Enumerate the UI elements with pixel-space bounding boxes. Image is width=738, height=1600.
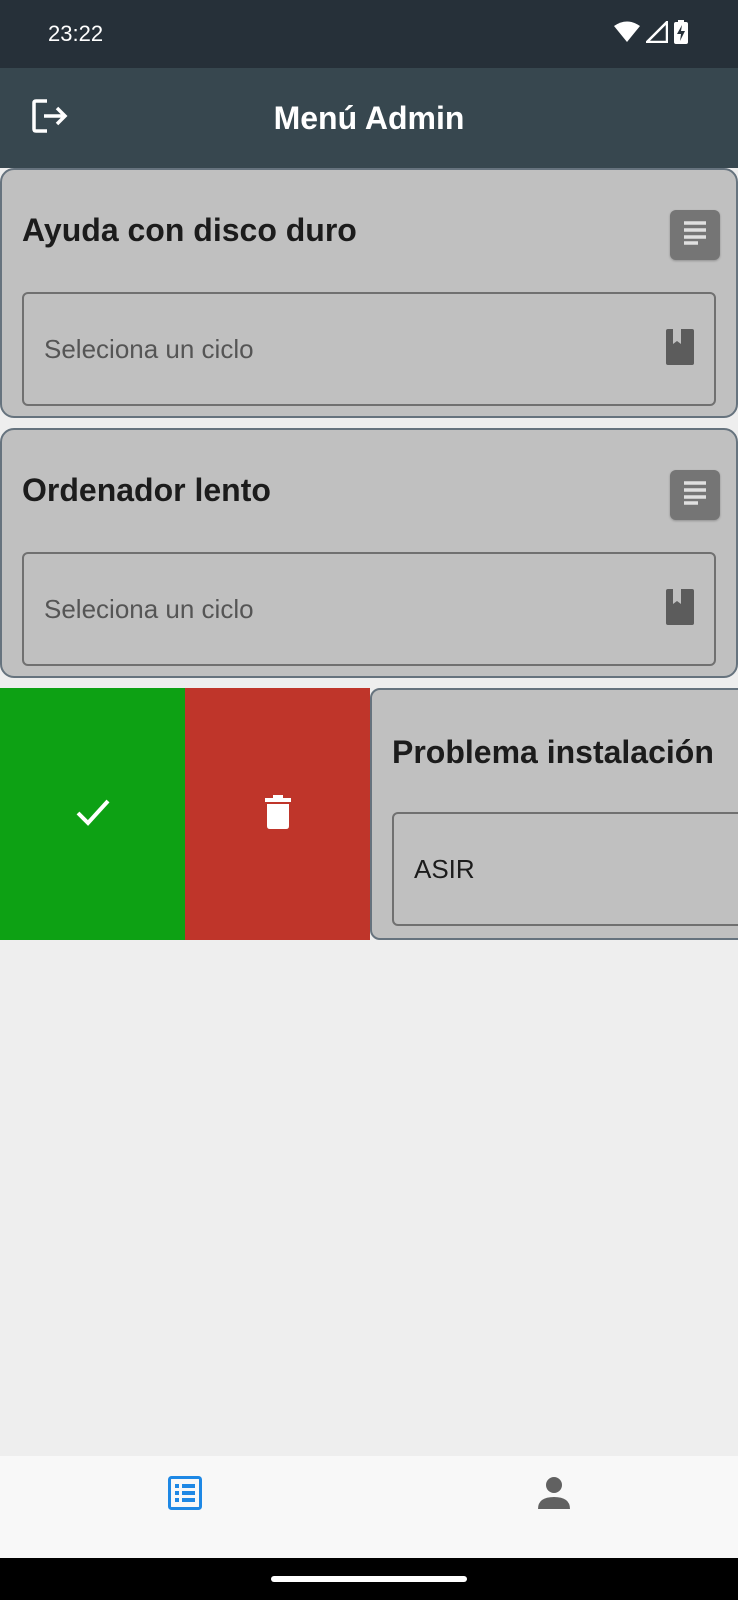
swipe-row[interactable]: Problema instalación ASIR — [0, 688, 738, 940]
document-icon — [681, 219, 709, 252]
ticket-title: Ayuda con disco duro — [22, 212, 357, 248]
book-icon — [666, 328, 694, 370]
document-icon — [681, 479, 709, 512]
cycle-select-placeholder: Seleciona un ciclo — [44, 593, 254, 624]
signal-icon — [643, 18, 669, 48]
page-title: Menú Admin — [273, 99, 465, 136]
list-icon — [167, 1476, 202, 1515]
ticket-title: Ordenador lento — [22, 472, 271, 508]
book-icon — [666, 588, 694, 630]
app-bar: Menú Admin — [0, 68, 738, 168]
cycle-select-value: ASIR — [414, 853, 475, 884]
status-bar: 23:22 — [0, 0, 738, 68]
ticket-details-button[interactable] — [670, 470, 720, 520]
battery-charging-icon — [674, 19, 688, 49]
accept-ticket-button[interactable] — [0, 688, 185, 940]
status-icons — [614, 18, 688, 49]
check-icon — [75, 798, 111, 831]
logout-button[interactable] — [28, 96, 72, 140]
ticket-details-button[interactable] — [670, 210, 720, 260]
delete-ticket-button[interactable] — [185, 688, 370, 940]
cycle-select[interactable]: ASIR — [392, 812, 738, 926]
wifi-icon — [614, 21, 640, 48]
gesture-bar — [0, 1558, 738, 1600]
ticket-card[interactable]: Ordenador lento Seleciona un ciclo — [0, 428, 738, 678]
cycle-select-placeholder: Seleciona un ciclo — [44, 333, 254, 364]
person-icon — [537, 1476, 571, 1515]
trash-icon — [264, 794, 291, 834]
status-time: 23:22 — [48, 21, 104, 46]
nav-item-profile[interactable] — [369, 1456, 738, 1558]
ticket-card[interactable]: Ayuda con disco duro Seleciona un ciclo — [0, 168, 738, 418]
bottom-navigation — [0, 1456, 738, 1558]
cycle-select[interactable]: Seleciona un ciclo — [22, 552, 716, 666]
ticket-card[interactable]: Problema instalación ASIR — [370, 688, 738, 940]
nav-item-tickets[interactable] — [0, 1456, 369, 1558]
cycle-select[interactable]: Seleciona un ciclo — [22, 292, 716, 406]
logout-icon — [31, 98, 69, 139]
home-gesture-handle[interactable] — [271, 1576, 467, 1582]
ticket-title: Problema instalación — [392, 734, 714, 770]
